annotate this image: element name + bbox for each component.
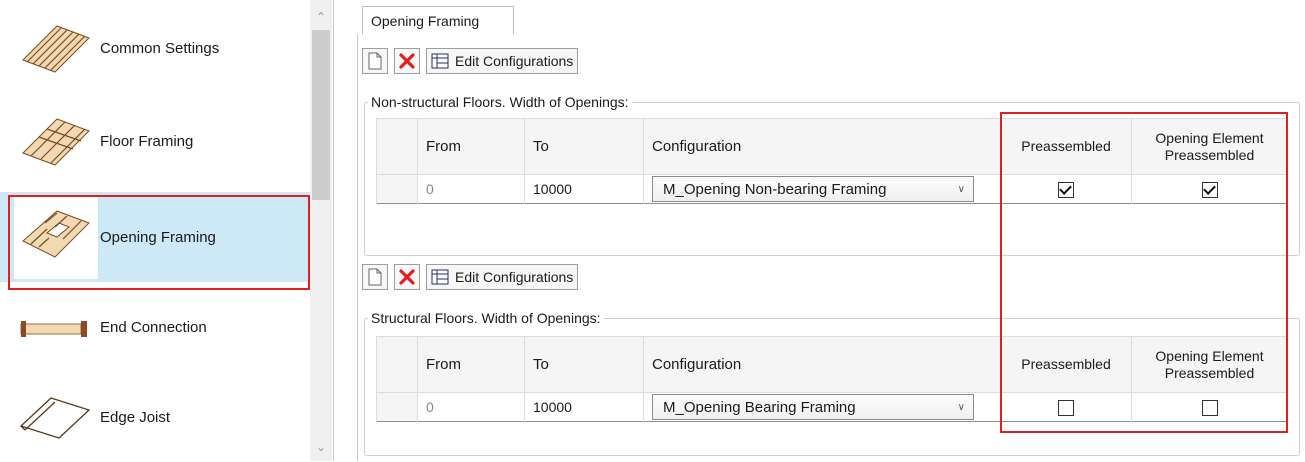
preassembled-checkbox[interactable] — [1058, 399, 1074, 416]
from-cell[interactable]: 0 — [417, 392, 525, 422]
group-title: Structural Floors. Width of Openings: — [371, 310, 601, 326]
column-header-opening-element-preassembled[interactable]: Opening Element Preassembled — [1131, 336, 1288, 393]
chevron-down-icon[interactable]: ⌄ — [310, 436, 332, 458]
from-cell[interactable]: 0 — [417, 174, 525, 204]
toolbar: Edit Configurations — [362, 48, 579, 74]
toolbar: Edit Configurations — [362, 264, 579, 290]
configuration-value: M_Opening Non-bearing Framing — [663, 180, 887, 198]
new-button[interactable] — [362, 264, 388, 290]
configuration-dropdown[interactable]: M_Opening Bearing Framing ∨ — [652, 394, 974, 420]
delete-x-icon — [399, 269, 415, 285]
sidebar-item-common-settings[interactable]: Common Settings — [0, 3, 310, 93]
sidebar-item-label: Opening Framing — [100, 228, 216, 246]
column-header-to[interactable]: To — [524, 118, 644, 175]
preassembled-cell — [1000, 392, 1132, 422]
chevron-down-icon: ∨ — [957, 401, 965, 413]
chevron-up-icon[interactable]: ⌃ — [310, 6, 332, 28]
sidebar-item-label: Common Settings — [100, 39, 220, 57]
column-header-to[interactable]: To — [524, 336, 644, 393]
preassembled-cell — [1000, 174, 1132, 204]
configuration-value: M_Opening Bearing Framing — [663, 398, 856, 416]
opening-framing-icon — [14, 195, 98, 279]
configuration-cell: M_Opening Bearing Framing ∨ — [643, 392, 1001, 422]
sidebar-item-label: Floor Framing — [100, 132, 194, 150]
column-header-opening-element-preassembled[interactable]: Opening Element Preassembled — [1131, 118, 1288, 175]
edit-configurations-button[interactable]: Edit Configurations — [426, 264, 579, 290]
new-document-icon — [368, 268, 382, 286]
edit-configurations-icon — [431, 53, 449, 69]
opening-element-preassembled-checkbox[interactable] — [1201, 399, 1218, 416]
scrollbar-thumb[interactable] — [312, 30, 330, 200]
configuration-cell: M_Opening Non-bearing Framing ∨ — [643, 174, 1001, 204]
column-header-from[interactable]: From — [417, 118, 525, 175]
to-cell[interactable]: 10000 — [524, 392, 644, 422]
sidebar-item-label: Edge Joist — [100, 408, 171, 426]
edit-configurations-icon — [431, 269, 449, 285]
sidebar-item-end-connection[interactable]: End Connection — [0, 282, 310, 372]
new-document-icon — [368, 52, 382, 70]
column-header-configuration[interactable]: Configuration — [643, 336, 1001, 393]
sidebar-item-label: End Connection — [100, 318, 207, 336]
edit-configurations-button[interactable]: Edit Configurations — [426, 48, 579, 74]
to-cell[interactable]: 10000 — [524, 174, 644, 204]
group-title: Non-structural Floors. Width of Openings… — [371, 94, 629, 110]
delete-button[interactable] — [394, 48, 420, 74]
delete-button[interactable] — [394, 264, 420, 290]
sidebar-item-opening-framing[interactable]: Opening Framing — [0, 192, 310, 282]
structural-openings-table: From To Configuration Preassembled Openi… — [376, 336, 1288, 422]
row-header — [376, 118, 418, 175]
table-row: 0 10000 M_Opening Bearing Framing ∨ — [376, 392, 1288, 422]
sidebar: Common Settings Floor Framing Opening Fr… — [0, 0, 334, 461]
end-connection-icon — [14, 282, 98, 372]
new-button[interactable] — [362, 48, 388, 74]
column-header-from[interactable]: From — [417, 336, 525, 393]
opening-element-preassembled-cell — [1131, 392, 1288, 422]
column-header-preassembled[interactable]: Preassembled — [1000, 118, 1132, 175]
delete-x-icon — [399, 53, 415, 69]
opening-element-preassembled-cell — [1131, 174, 1288, 204]
sidebar-item-floor-framing[interactable]: Floor Framing — [0, 96, 310, 186]
edit-configurations-label: Edit Configurations — [455, 53, 574, 69]
chevron-down-icon: ∨ — [957, 183, 965, 195]
common-settings-icon — [14, 3, 98, 93]
tab-opening-framing[interactable]: Opening Framing — [362, 6, 514, 35]
floor-framing-icon — [14, 96, 98, 186]
column-header-preassembled[interactable]: Preassembled — [1000, 336, 1132, 393]
tab-content: Edit Configurations Non-structural Floor… — [357, 34, 1305, 461]
column-header-configuration[interactable]: Configuration — [643, 118, 1001, 175]
row-header[interactable] — [376, 392, 418, 422]
preassembled-checkbox[interactable] — [1058, 181, 1074, 198]
opening-element-preassembled-checkbox[interactable] — [1201, 181, 1218, 198]
sidebar-item-edge-joist[interactable]: Edge Joist — [0, 372, 310, 462]
row-header — [376, 336, 418, 393]
edit-configurations-label: Edit Configurations — [455, 269, 574, 285]
non-structural-openings-table: From To Configuration Preassembled Openi… — [376, 118, 1288, 204]
edge-joist-icon — [14, 372, 98, 462]
configuration-dropdown[interactable]: M_Opening Non-bearing Framing ∨ — [652, 176, 974, 202]
table-row: 0 10000 M_Opening Non-bearing Framing ∨ — [376, 174, 1288, 204]
row-header[interactable] — [376, 174, 418, 204]
